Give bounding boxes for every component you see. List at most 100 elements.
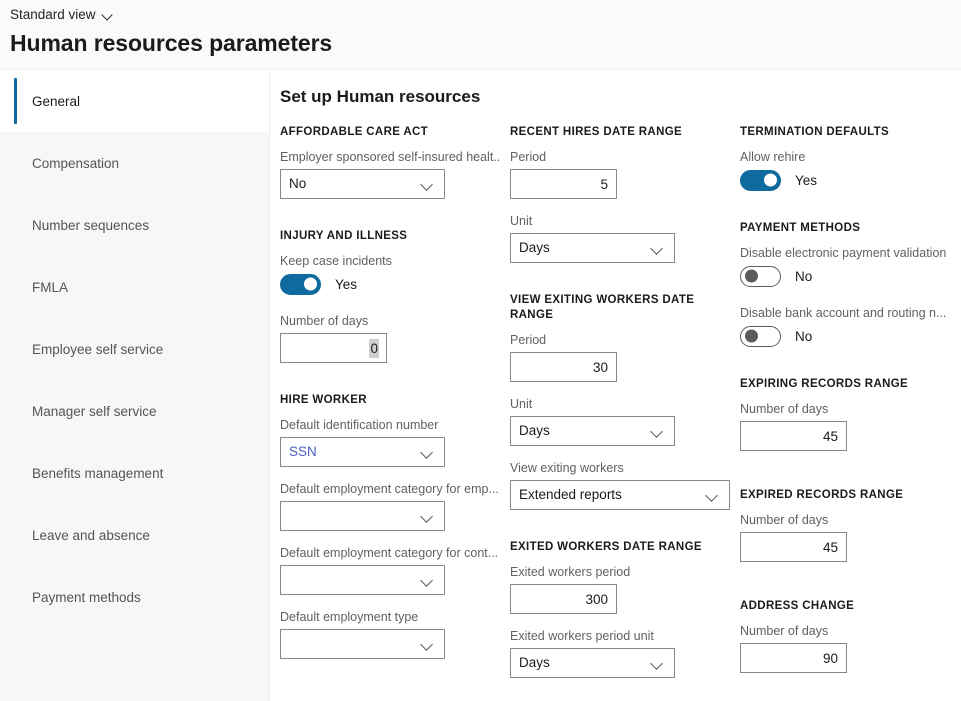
sidebar-item-label: General	[32, 94, 80, 109]
toggle-knob	[764, 174, 777, 187]
field-label: Exited workers period	[510, 564, 730, 581]
group-heading-expiring-records-range: EXPIRING RECORDS RANGE	[740, 377, 961, 392]
toggle-state-label: No	[795, 329, 812, 344]
field-default-employment-category-contractors: Default employment category for cont...	[280, 545, 500, 595]
employer-sponsored-self-insured-health-dropdown[interactable]: No	[280, 169, 445, 199]
group-heading-termination-defaults: TERMINATION DEFAULTS	[740, 125, 961, 140]
sidebar-item-manager-self-service[interactable]: Manager self service	[0, 380, 269, 442]
default-identification-number-dropdown[interactable]: SSN	[280, 437, 445, 467]
field-view-exiting-period: Period	[510, 332, 730, 382]
human-resources-parameters-page: Standard view Human resources parameters…	[0, 0, 961, 701]
sidebar-item-label: Employee self service	[32, 342, 163, 357]
field-label: Employer sponsored self-insured healt...	[280, 149, 500, 166]
group-heading-payment-methods: PAYMENT METHODS	[740, 221, 961, 236]
disable-electronic-payment-validation-toggle-row: No	[740, 265, 961, 287]
keep-case-incidents-toggle[interactable]	[280, 274, 321, 295]
field-disable-bank-account-and-routing-number: Disable bank account and routing n... No	[740, 305, 961, 347]
field-default-employment-category-employees: Default employment category for emp...	[280, 481, 500, 531]
exited-workers-period-input[interactable]	[510, 584, 617, 614]
dropdown-value: SSN	[289, 438, 317, 466]
default-employment-category-contractors-dropdown[interactable]	[280, 565, 445, 595]
disable-bank-account-toggle-row: No	[740, 325, 961, 347]
field-exited-workers-period: Exited workers period	[510, 564, 730, 614]
group-heading-hire-worker: HIRE WORKER	[280, 393, 500, 408]
dropdown-value: Days	[519, 649, 550, 677]
exited-workers-period-unit-dropdown[interactable]: Days	[510, 648, 675, 678]
address-change-number-of-days-input[interactable]	[740, 643, 847, 673]
field-label: Number of days	[740, 512, 961, 529]
sidebar-item-label: Number sequences	[32, 218, 149, 233]
chevron-down-icon	[707, 491, 718, 502]
field-recent-hires-unit: Unit Days	[510, 213, 730, 263]
column-one: AFFORDABLE CARE ACT Employer sponsored s…	[270, 125, 500, 692]
field-expired-records-number-of-days: Number of days	[740, 512, 961, 562]
allow-rehire-toggle[interactable]	[740, 170, 781, 191]
sidebar-item-compensation[interactable]: Compensation	[0, 132, 269, 194]
input-value: 0	[369, 339, 379, 358]
recent-hires-unit-dropdown[interactable]: Days	[510, 233, 675, 263]
field-label: Number of days	[740, 401, 961, 418]
toggle-state-label: No	[795, 269, 812, 284]
chevron-down-icon	[652, 427, 663, 438]
field-address-change-number-of-days: Number of days	[740, 623, 961, 673]
disable-bank-account-toggle[interactable]	[740, 326, 781, 347]
view-exiting-unit-dropdown[interactable]: Days	[510, 416, 675, 446]
disable-electronic-payment-validation-toggle[interactable]	[740, 266, 781, 287]
view-selector-dropdown[interactable]: Standard view	[10, 6, 113, 24]
fields-columns: AFFORDABLE CARE ACT Employer sponsored s…	[270, 125, 961, 692]
chevron-down-icon	[102, 10, 113, 21]
group-heading-view-exiting-workers-date-range: VIEW EXITING WORKERS DATE RANGE	[510, 293, 730, 323]
chevron-down-icon	[422, 512, 433, 523]
dropdown-value: Days	[519, 234, 550, 262]
toggle-knob	[304, 278, 317, 291]
sidebar-item-label: Manager self service	[32, 404, 157, 419]
sidebar-item-payment-methods[interactable]: Payment methods	[0, 566, 269, 628]
sidebar-item-label: Benefits management	[32, 466, 163, 481]
group-heading-injury-and-illness: INJURY AND ILLNESS	[280, 229, 500, 244]
column-two: RECENT HIRES DATE RANGE Period Unit Days…	[500, 125, 730, 692]
field-default-identification-number: Default identification number SSN	[280, 417, 500, 467]
keep-case-incidents-toggle-row: Yes	[280, 273, 500, 295]
sidebar-item-fmla[interactable]: FMLA	[0, 256, 269, 318]
sidebar-navigation: General Compensation Number sequences FM…	[0, 70, 270, 701]
field-allow-rehire: Allow rehire Yes	[740, 149, 961, 191]
field-label: Default employment category for emp...	[280, 481, 500, 498]
expired-records-number-of-days-input[interactable]	[740, 532, 847, 562]
sidebar-item-label: FMLA	[32, 280, 68, 295]
sidebar-item-benefits-management[interactable]: Benefits management	[0, 442, 269, 504]
sidebar-item-number-sequences[interactable]: Number sequences	[0, 194, 269, 256]
field-label: Unit	[510, 213, 730, 230]
column-three: TERMINATION DEFAULTS Allow rehire Yes PA…	[730, 125, 961, 692]
field-employer-sponsored-self-insured-health: Employer sponsored self-insured healt...…	[280, 149, 500, 199]
sidebar-item-leave-and-absence[interactable]: Leave and absence	[0, 504, 269, 566]
field-label: View exiting workers	[510, 460, 730, 477]
toggle-knob	[745, 270, 758, 283]
default-employment-category-employees-dropdown[interactable]	[280, 501, 445, 531]
allow-rehire-toggle-row: Yes	[740, 169, 961, 191]
field-label: Keep case incidents	[280, 253, 500, 270]
view-selector-label: Standard view	[10, 6, 96, 24]
field-label: Disable bank account and routing n...	[740, 305, 961, 322]
page-header: Standard view Human resources parameters	[0, 0, 961, 70]
field-view-exiting-workers: View exiting workers Extended reports	[510, 460, 730, 510]
recent-hires-period-input[interactable]	[510, 169, 617, 199]
chevron-down-icon	[652, 659, 663, 670]
dropdown-value: Days	[519, 417, 550, 445]
field-label: Number of days	[740, 623, 961, 640]
expiring-records-number-of-days-input[interactable]	[740, 421, 847, 451]
sidebar-item-general[interactable]: General	[0, 70, 269, 132]
default-employment-type-dropdown[interactable]	[280, 629, 445, 659]
field-disable-electronic-payment-validation: Disable electronic payment validation No	[740, 245, 961, 287]
chevron-down-icon	[422, 576, 433, 587]
toggle-state-label: Yes	[795, 173, 817, 188]
field-label: Exited workers period unit	[510, 628, 730, 645]
view-exiting-workers-dropdown[interactable]: Extended reports	[510, 480, 730, 510]
sidebar-item-employee-self-service[interactable]: Employee self service	[0, 318, 269, 380]
section-title: Set up Human resources	[280, 85, 480, 109]
field-expiring-records-number-of-days: Number of days	[740, 401, 961, 451]
number-of-days-injury-input[interactable]: 0	[280, 333, 387, 363]
group-heading-address-change: ADDRESS CHANGE	[740, 599, 961, 614]
view-exiting-period-input[interactable]	[510, 352, 617, 382]
chevron-down-icon	[422, 180, 433, 191]
field-recent-hires-period: Period	[510, 149, 730, 199]
